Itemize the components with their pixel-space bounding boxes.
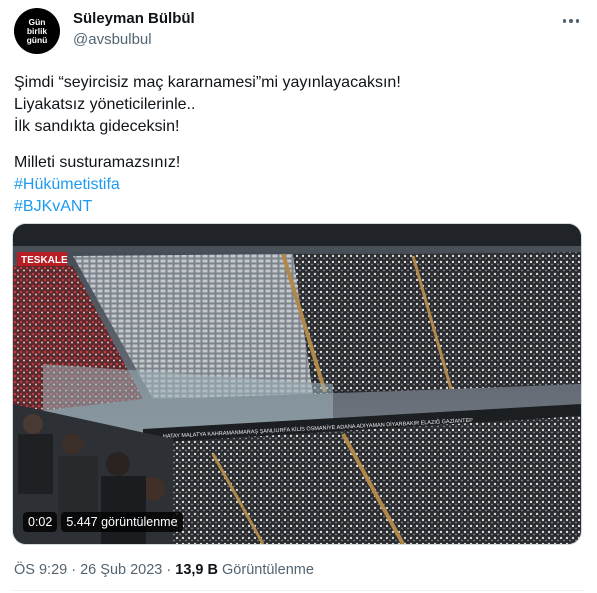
tweet-line: İlk sandıkta gideceksin!	[14, 118, 180, 135]
meta-separator: ·	[166, 562, 172, 578]
views-count: 13,9 B	[175, 562, 218, 578]
stadium-video-frame: TESKALE HATAY MALATYA KAHRAMANMARAŞ ŞANL…	[13, 224, 581, 544]
tweet-line: Liyakatsız yöneticilerinle..	[14, 96, 196, 113]
views-label: Görüntülenme	[222, 562, 314, 578]
tweet-line: Milleti susturamazsınız!	[14, 154, 181, 171]
stadium-sign: TESKALE	[21, 255, 68, 266]
author-name[interactable]: Süleyman Bülbül	[73, 10, 195, 27]
author-handle[interactable]: @avsbulbul	[73, 31, 152, 48]
video-views: 5.447 görüntülenme	[61, 512, 183, 532]
tweet-text: Şimdi “seyircisiz maç kararnamesi”mi yay…	[14, 72, 574, 218]
more-options-icon[interactable]	[560, 13, 582, 29]
tweet-meta: ÖS 9:29 · 26 Şub 2023 · 13,9 B Görüntüle…	[14, 562, 314, 578]
avatar-text-3: günü	[26, 34, 48, 45]
video-player[interactable]: TESKALE HATAY MALATYA KAHRAMANMARAŞ ŞANL…	[12, 223, 582, 545]
avatar[interactable]: Gün birlik günü	[14, 8, 60, 54]
tweet-time[interactable]: ÖS 9:29	[14, 562, 67, 578]
video-badge: 0:02 5.447 görüntülenme	[23, 512, 183, 532]
tweet-line: Şimdi “seyircisiz maç kararnamesi”mi yay…	[14, 74, 401, 91]
video-time: 0:02	[23, 512, 58, 532]
meta-separator: ·	[71, 562, 77, 578]
tweet-date[interactable]: 26 Şub 2023	[80, 562, 162, 578]
divider	[12, 590, 585, 591]
hashtag-link[interactable]: #Hükümetistifa	[14, 174, 574, 196]
hashtag-link[interactable]: #BJKvANT	[14, 196, 574, 218]
